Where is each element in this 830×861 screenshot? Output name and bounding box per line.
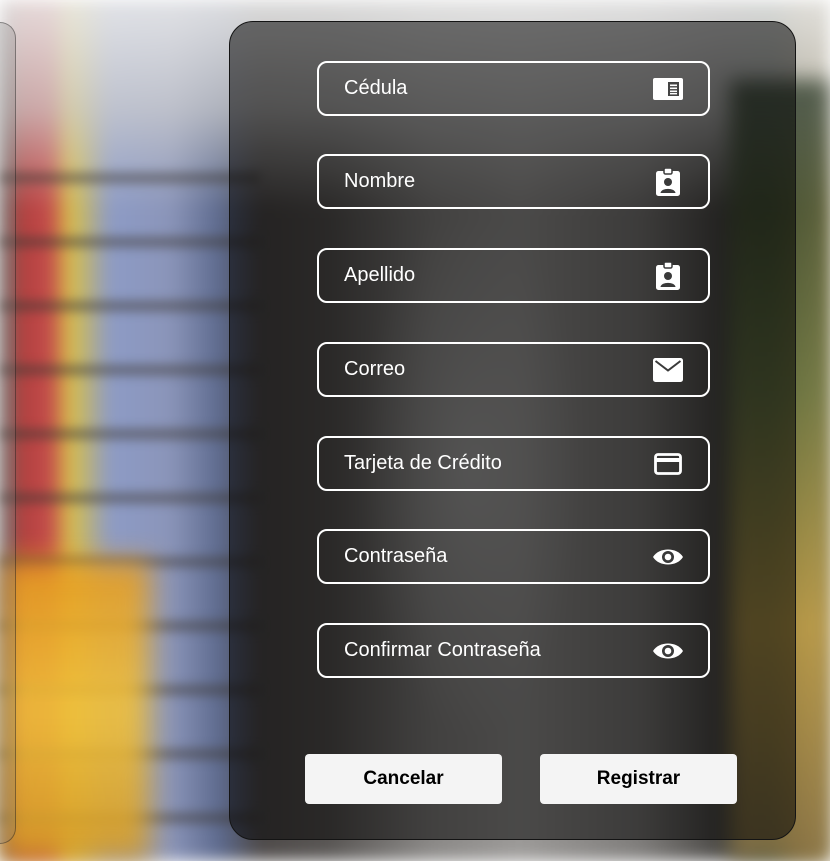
id-badge-icon [652, 167, 684, 196]
credit-card-field-label: Tarjeta de Crédito [344, 452, 502, 474]
cedula-field-label: Cédula [344, 77, 408, 99]
register-button[interactable]: Registrar [540, 754, 737, 804]
side-panel-edge [0, 22, 16, 844]
id-card-icon [652, 75, 684, 103]
password-field[interactable]: Contraseña [317, 529, 710, 584]
cancel-button[interactable]: Cancelar [305, 754, 502, 804]
id-badge-icon [652, 261, 684, 290]
credit-card-icon [652, 450, 684, 478]
eye-icon[interactable] [652, 637, 684, 665]
credit-card-field[interactable]: Tarjeta de Crédito [317, 436, 710, 491]
cedula-field[interactable]: Cédula [317, 61, 710, 116]
apellido-field[interactable]: Apellido [317, 248, 710, 303]
registration-form-card: Cédula Nombre Apellido Correo Tarjeta de… [229, 21, 796, 840]
confirm-password-field[interactable]: Confirmar Contraseña [317, 623, 710, 678]
envelope-icon [652, 356, 684, 384]
background-products [0, 560, 150, 861]
password-field-label: Contraseña [344, 545, 448, 567]
correo-field-label: Correo [344, 358, 406, 380]
nombre-field[interactable]: Nombre [317, 154, 710, 209]
eye-icon[interactable] [652, 543, 684, 571]
apellido-field-label: Apellido [344, 264, 416, 286]
correo-field[interactable]: Correo [317, 342, 710, 397]
nombre-field-label: Nombre [344, 170, 416, 192]
confirm-password-field-label: Confirmar Contraseña [344, 639, 541, 661]
